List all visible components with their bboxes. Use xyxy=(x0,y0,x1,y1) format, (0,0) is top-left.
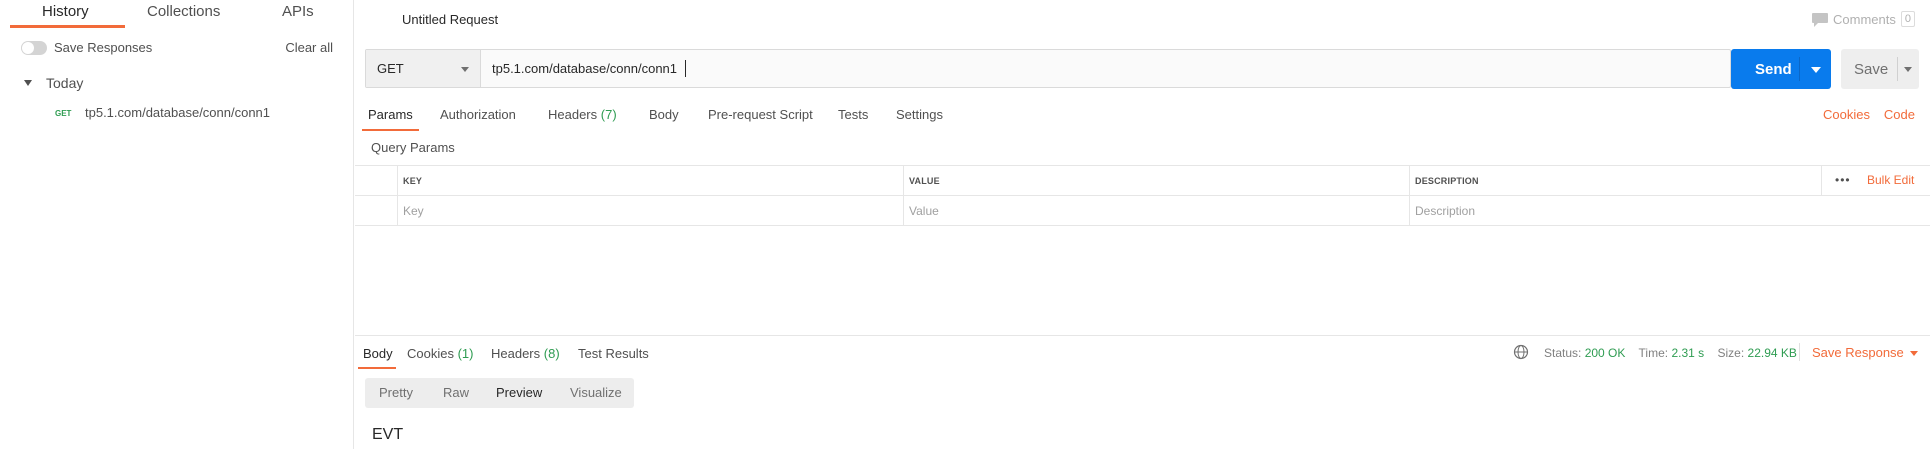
status-label: Status: xyxy=(1544,346,1582,360)
drag-handle-column xyxy=(355,166,397,196)
request-url-bar: GET xyxy=(365,49,1731,88)
view-mode-toggle: Pretty Raw Preview Visualize xyxy=(365,378,634,408)
caret-down-icon[interactable] xyxy=(24,80,32,86)
send-divider xyxy=(1799,57,1800,81)
response-tab-cookies[interactable]: Cookies (1) xyxy=(407,346,473,361)
view-visualize[interactable]: Visualize xyxy=(570,385,622,400)
tab-apis[interactable]: APIs xyxy=(282,3,314,20)
save-responses-label: Save Responses xyxy=(54,40,153,55)
request-workspace: Untitled Request Comments 0 GET Send Sav… xyxy=(355,0,1930,449)
response-tab-body[interactable]: Body xyxy=(363,346,393,361)
response-tab-headers[interactable]: Headers (8) xyxy=(491,346,560,361)
url-input[interactable] xyxy=(492,50,1722,87)
code-link[interactable]: Code xyxy=(1884,107,1915,122)
method-label: GET xyxy=(377,61,404,76)
size-value: 22.94 KB xyxy=(1747,346,1797,360)
cookies-link[interactable]: Cookies xyxy=(1823,107,1870,122)
time-value: 2.31 s xyxy=(1671,346,1705,360)
response-preview-text: EVT xyxy=(372,426,404,443)
method-select[interactable]: GET xyxy=(366,50,481,87)
send-button[interactable]: Send xyxy=(1731,49,1831,89)
clear-all-button[interactable]: Clear all xyxy=(285,40,333,55)
history-item-url[interactable]: tp5.1.com/database/conn/conn1 xyxy=(85,105,270,120)
query-params-title: Query Params xyxy=(371,140,455,155)
description-input[interactable]: Description xyxy=(1409,196,1930,226)
toggle-knob xyxy=(22,42,34,54)
query-params-table: KEY VALUE DESCRIPTION ••• Bulk Edit Key … xyxy=(355,165,1930,226)
chevron-down-icon xyxy=(461,67,469,72)
save-responses-toggle[interactable] xyxy=(21,41,47,55)
table-row: Key Value Description xyxy=(355,196,1930,226)
save-divider xyxy=(1897,57,1898,81)
view-raw[interactable]: Raw xyxy=(443,385,469,400)
status-value: 200 OK xyxy=(1584,346,1626,360)
active-tab-indicator xyxy=(362,129,419,131)
value-input[interactable]: Value xyxy=(903,196,1409,226)
tab-body[interactable]: Body xyxy=(649,107,679,122)
sidebar-tabs: History Collections APIs xyxy=(0,0,354,28)
response-panel: Body Cookies (1) Headers (8) Test Result… xyxy=(355,335,1930,449)
request-title[interactable]: Untitled Request xyxy=(402,12,498,27)
view-pretty[interactable]: Pretty xyxy=(379,385,413,400)
save-response-button[interactable]: Save Response xyxy=(1812,345,1904,360)
response-tab-test-results[interactable]: Test Results xyxy=(578,346,649,361)
comment-icon xyxy=(1812,12,1829,27)
comments-button[interactable]: Comments 0 xyxy=(1812,10,1915,28)
column-header-value: VALUE xyxy=(903,166,1409,196)
tab-settings[interactable]: Settings xyxy=(896,107,943,122)
bulk-edit-link[interactable]: Bulk Edit xyxy=(1867,173,1914,187)
time-label: Time: xyxy=(1638,346,1669,360)
comments-count-badge: 0 xyxy=(1900,11,1915,27)
key-input[interactable]: Key xyxy=(397,196,903,226)
tab-params[interactable]: Params xyxy=(368,107,413,122)
globe-icon[interactable] xyxy=(1513,344,1529,360)
history-group-today[interactable]: Today xyxy=(46,75,83,91)
send-label: Send xyxy=(1755,61,1792,78)
response-meta: Status: 200 OK Time: 2.31 s Size: 22.94 … xyxy=(1544,346,1797,360)
send-options-chevron-icon[interactable] xyxy=(1811,67,1821,73)
history-item-method: GET xyxy=(55,109,72,118)
more-options-icon[interactable]: ••• xyxy=(1835,173,1851,187)
tab-headers[interactable]: Headers (7) xyxy=(548,107,617,122)
table-header-row: KEY VALUE DESCRIPTION ••• Bulk Edit xyxy=(355,166,1930,196)
row-handle xyxy=(355,196,397,226)
active-tab-indicator xyxy=(10,25,125,28)
column-header-description: DESCRIPTION xyxy=(1409,166,1821,196)
sidebar: History Collections APIs Save Responses … xyxy=(0,0,354,449)
column-header-key: KEY xyxy=(397,166,903,196)
divider xyxy=(1799,343,1800,361)
tab-collections[interactable]: Collections xyxy=(147,3,220,20)
save-button[interactable]: Save xyxy=(1841,49,1919,89)
chevron-down-icon[interactable] xyxy=(1910,351,1918,356)
text-cursor xyxy=(685,60,686,77)
request-tabs: Params Authorization Headers (7) Body Pr… xyxy=(355,104,1930,132)
tab-pre-request-script[interactable]: Pre-request Script xyxy=(708,107,813,122)
tab-tests[interactable]: Tests xyxy=(838,107,868,122)
tab-authorization[interactable]: Authorization xyxy=(440,107,516,122)
tab-history[interactable]: History xyxy=(42,3,89,20)
active-tab-indicator xyxy=(358,367,396,369)
comments-label: Comments xyxy=(1833,11,1896,27)
save-label: Save xyxy=(1854,61,1889,78)
view-preview[interactable]: Preview xyxy=(496,385,542,400)
size-label: Size: xyxy=(1717,346,1745,360)
save-options-chevron-icon[interactable] xyxy=(1904,67,1912,72)
